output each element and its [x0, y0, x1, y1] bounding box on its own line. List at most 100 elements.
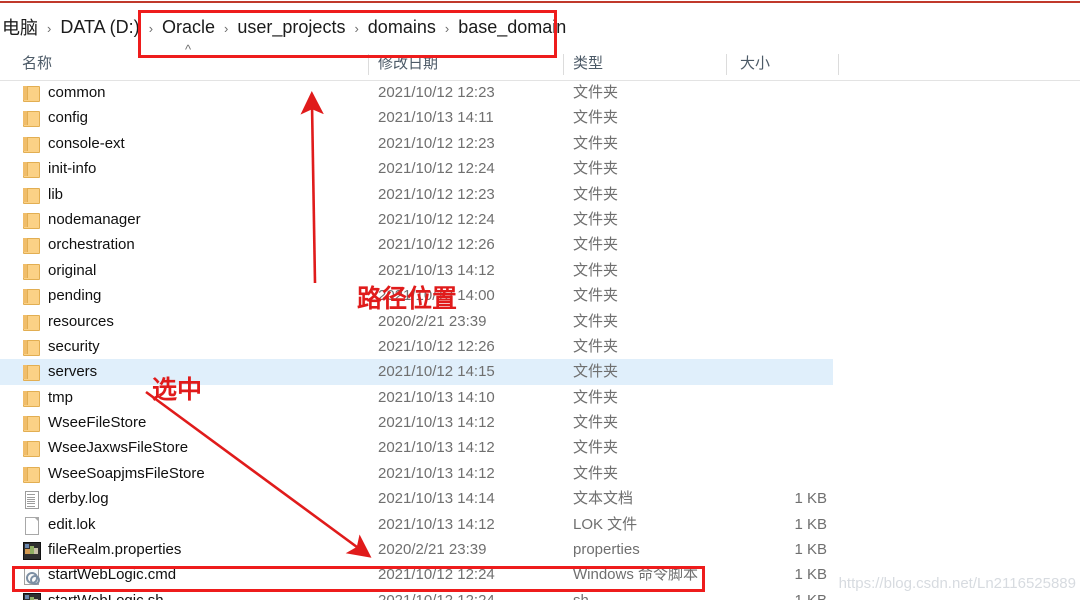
folder-icon [22, 439, 40, 458]
file-type: 文件夹 [573, 84, 619, 101]
file-type: 文件夹 [573, 236, 619, 254]
table-row[interactable]: edit.lok 2021/10/13 14:12 LOK 文件 1 KB [0, 512, 1080, 537]
file-date: 2021/10/12 12:24 [378, 160, 495, 178]
file-name[interactable]: resources [48, 309, 114, 334]
table-row[interactable]: pending 2021/10/13 14:00 文件夹 [0, 283, 1080, 308]
table-row[interactable]: init-info 2021/10/12 12:24 文件夹 [0, 156, 1080, 181]
file-name[interactable]: pending [48, 283, 101, 308]
file-date: 2021/10/12 12:23 [378, 84, 495, 101]
file-size [742, 309, 827, 334]
column-divider[interactable] [726, 54, 727, 75]
top-red-rule [0, 1, 1080, 3]
file-size [742, 410, 827, 435]
file-size [742, 359, 827, 384]
file-type: sh [573, 588, 589, 600]
file-name[interactable]: config [48, 105, 88, 130]
folder-icon [22, 465, 40, 483]
folder-icon [22, 84, 40, 102]
file-date: 2021/10/13 14:12 [378, 439, 495, 457]
breadcrumb-separator-icon: › [47, 20, 52, 36]
table-row[interactable]: orchestration 2021/10/12 12:26 文件夹 [0, 232, 1080, 257]
breadcrumb-item-data-d-[interactable]: DATA (D:) [58, 17, 141, 38]
column-header-type[interactable]: 类型 [573, 48, 603, 80]
file-date: 2021/10/12 12:23 [378, 185, 495, 203]
folder-icon [22, 313, 40, 331]
properties-icon [22, 541, 41, 561]
table-row[interactable]: config 2021/10/13 14:11 文件夹 [0, 105, 1080, 130]
file-name[interactable]: tmp [48, 385, 73, 410]
column-divider[interactable] [563, 54, 564, 75]
breadcrumb-separator-icon: › [148, 20, 154, 36]
breadcrumb-item-user_projects[interactable]: user_projects [235, 17, 347, 38]
file-name[interactable]: derby.log [48, 486, 109, 511]
table-row[interactable]: derby.log 2021/10/13 14:14 文本文档 1 KB [0, 486, 1080, 511]
file-name[interactable]: WseeJaxwsFileStore [48, 435, 188, 460]
folder-icon [22, 211, 40, 229]
column-header-date[interactable]: 修改日期 [378, 48, 438, 80]
folder-icon [22, 389, 40, 407]
file-type: 文件夹 [573, 312, 619, 330]
file-size [742, 385, 827, 410]
file-type: 文件夹 [573, 414, 619, 432]
file-name[interactable]: nodemanager [48, 207, 141, 232]
file-name[interactable]: edit.lok [48, 512, 96, 537]
file-name[interactable]: startWebLogic.cmd [48, 562, 176, 587]
address-bar[interactable]: 电脑 › DATA (D:) › Oracle › user_projects › domain… [0, 8, 1080, 46]
breadcrumb-item-oracle[interactable]: Oracle [160, 17, 217, 38]
file-name[interactable]: init-info [48, 156, 96, 181]
file-date: 2021/10/13 14:12 [378, 414, 495, 432]
file-type: 文件夹 [573, 464, 619, 482]
folder-icon [22, 160, 40, 179]
folder-icon [22, 338, 40, 356]
table-row[interactable]: common 2021/10/12 12:23 文件夹 [0, 80, 1080, 105]
cmd-script-icon [22, 566, 40, 586]
table-row[interactable]: WseeFileStore 2021/10/13 14:12 文件夹 [0, 410, 1080, 435]
file-name[interactable]: orchestration [48, 232, 135, 257]
file-date: 2021/10/13 14:10 [378, 388, 495, 406]
table-row[interactable]: security 2021/10/12 12:26 文件夹 [0, 334, 1080, 359]
table-row[interactable]: fileRealm.properties 2020/2/21 23:39 prope… [0, 537, 1080, 562]
file-name[interactable]: console-ext [48, 131, 125, 156]
file-name[interactable]: fileRealm.properties [48, 537, 181, 562]
table-row[interactable]: lib 2021/10/12 12:23 文件夹 [0, 182, 1080, 207]
document-icon [22, 516, 40, 535]
file-type: 文本文档 [573, 490, 634, 508]
table-row[interactable]: original 2021/10/13 14:12 文件夹 [0, 258, 1080, 283]
file-type: 文件夹 [573, 134, 619, 152]
file-list[interactable]: common 2021/10/12 12:23 文件夹 config 2021/10/1… [0, 80, 1080, 600]
table-row[interactable]: nodemanager 2021/10/12 12:24 文件夹 [0, 207, 1080, 232]
table-row[interactable]: console-ext 2021/10/12 12:23 文件夹 [0, 131, 1080, 156]
file-date: 2021/10/12 12:26 [378, 236, 495, 254]
file-date: 2021/10/12 12:24 [378, 210, 495, 228]
file-type: 文件夹 [573, 337, 619, 355]
file-size [742, 283, 827, 308]
file-name[interactable]: common [48, 80, 106, 105]
file-size: 1 KB [742, 588, 827, 600]
column-divider[interactable] [838, 54, 839, 75]
file-type: 文件夹 [573, 363, 619, 381]
folder-icon [22, 363, 40, 382]
table-row[interactable]: WseeJaxwsFileStore 2021/10/13 14:12 文件夹 [0, 435, 1080, 460]
file-date: 2020/2/21 23:39 [378, 541, 487, 559]
file-size [742, 131, 827, 156]
table-row[interactable]: WseeSoapjmsFileStore 2021/10/13 14:12 文件夹 [0, 461, 1080, 486]
file-size [742, 156, 827, 181]
file-name[interactable]: startWebLogic.sh [48, 588, 164, 600]
file-name[interactable]: WseeSoapjmsFileStore [48, 461, 205, 486]
breadcrumb-item-base_domain[interactable]: base_domain [456, 17, 568, 38]
table-row[interactable]: resources 2020/2/21 23:39 文件夹 [0, 309, 1080, 334]
file-name[interactable]: lib [48, 182, 63, 207]
properties-icon [22, 592, 41, 600]
column-header-name[interactable]: 名称 [22, 48, 52, 80]
file-name[interactable]: security [48, 334, 100, 359]
file-name[interactable]: WseeFileStore [48, 410, 146, 435]
column-header-size[interactable]: 大小 [740, 48, 770, 80]
file-name[interactable]: servers [48, 359, 97, 384]
file-type: properties [573, 541, 640, 559]
breadcrumb-item--[interactable]: 电脑 [0, 14, 40, 40]
file-name[interactable]: original [48, 258, 96, 283]
breadcrumb-item-domains[interactable]: domains [366, 17, 438, 38]
file-date: 2021/10/12 12:24 [378, 566, 495, 584]
watermark: https://blog.csdn.net/Ln2116525889 [838, 575, 1076, 592]
column-divider[interactable] [368, 54, 369, 75]
